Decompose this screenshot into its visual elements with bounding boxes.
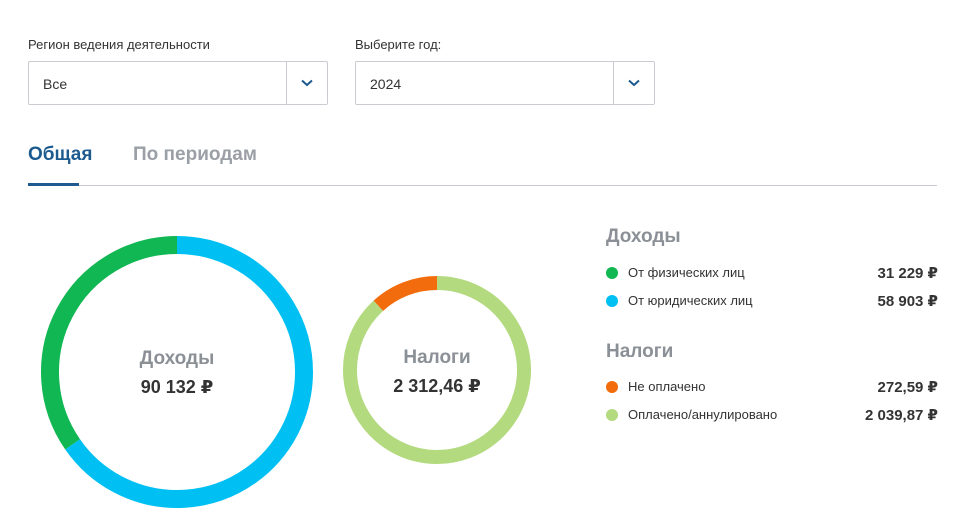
legend-label: Оплачено/аннулировано: [628, 407, 778, 422]
legend-label: Не оплачено: [628, 379, 706, 394]
region-dropdown-button[interactable]: [286, 62, 327, 104]
legend-amount: 272,59 ₽: [877, 379, 938, 396]
year-select[interactable]: 2024: [355, 61, 655, 105]
year-label: Выберите год:: [355, 37, 442, 52]
taxes-chart-title: Налоги: [403, 347, 470, 368]
income-donut-chart: Доходы 90 132 ₽: [41, 236, 313, 508]
donut-segment-2[interactable]: [65, 236, 313, 508]
legend-item-legal: От юридических лиц 58 903 ₽: [606, 292, 938, 312]
income-chart-total: 90 132 ₽: [141, 377, 214, 397]
legend-item-unpaid: Не оплачено 272,59 ₽: [606, 378, 938, 398]
legend-label: От юридических лиц: [628, 293, 753, 308]
legal-color-dot: [606, 295, 618, 307]
tabs-divider: [28, 185, 937, 186]
taxes-legend-title: Налоги: [606, 341, 674, 362]
unpaid-color-dot: [606, 381, 618, 393]
donut-segment-1[interactable]: [41, 236, 178, 450]
legend-item-individuals: От физических лиц 31 229 ₽: [606, 264, 938, 284]
legend-item-paid: Оплачено/аннулировано 2 039,87 ₽: [606, 406, 938, 426]
taxes-donut-chart: Налоги 2 312,46 ₽: [343, 276, 531, 464]
tab-periods[interactable]: По периодам: [133, 144, 257, 166]
income-chart-title: Доходы: [140, 348, 215, 369]
legend-label: От физических лиц: [628, 265, 745, 280]
year-select-value: 2024: [370, 76, 402, 92]
region-select[interactable]: Все: [28, 61, 328, 105]
legend-amount: 31 229 ₽: [877, 265, 938, 282]
active-tab-indicator: [28, 183, 79, 186]
tab-general[interactable]: Общая: [28, 144, 92, 166]
donut-segment-1[interactable]: [373, 276, 438, 312]
legend-amount: 2 039,87 ₽: [865, 407, 938, 424]
legend-amount: 58 903 ₽: [877, 293, 938, 310]
donut-segment-2[interactable]: [343, 276, 531, 464]
region-select-value: Все: [43, 76, 68, 92]
region-label: Регион ведения деятельности: [28, 37, 210, 52]
year-dropdown-button[interactable]: [613, 62, 654, 104]
chevron-down-icon: [628, 79, 640, 87]
taxes-chart-total: 2 312,46 ₽: [393, 376, 481, 396]
income-legend-title: Доходы: [606, 226, 681, 247]
paid-color-dot: [606, 409, 618, 421]
individuals-color-dot: [606, 267, 618, 279]
chevron-down-icon: [301, 79, 313, 87]
